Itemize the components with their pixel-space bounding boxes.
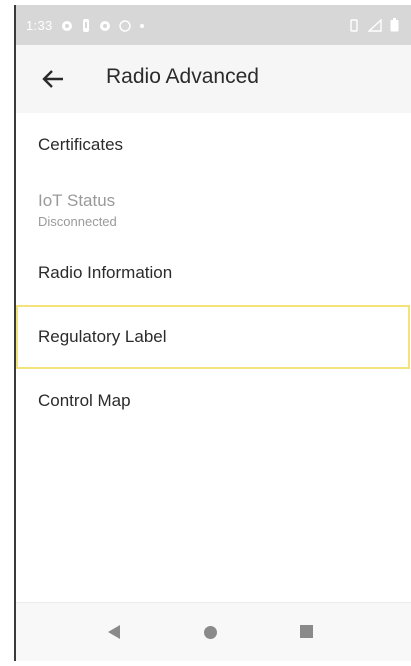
nav-home-icon[interactable] bbox=[204, 626, 217, 639]
list-item-sublabel: Disconnected bbox=[38, 214, 117, 229]
dot-icon bbox=[139, 23, 144, 28]
list-item-radio-information[interactable]: Radio Information bbox=[16, 241, 411, 305]
list-item-label: IoT Status bbox=[38, 191, 116, 210]
list-item-label: Control Map bbox=[38, 391, 131, 410]
notification-icon bbox=[118, 19, 131, 32]
list-item-iot-status: IoT Status Disconnected bbox=[16, 177, 411, 241]
arrow-back-icon[interactable] bbox=[42, 69, 64, 89]
battery-icon bbox=[390, 18, 399, 32]
page-title: Radio Advanced bbox=[106, 65, 259, 88]
settings-icon bbox=[99, 20, 110, 31]
status-bar: 1:33 bbox=[16, 5, 411, 45]
app-toolbar: Radio Advanced bbox=[16, 45, 411, 113]
nav-back-icon[interactable] bbox=[108, 625, 120, 639]
list-item-label: Radio Information bbox=[38, 263, 173, 282]
settings-icon bbox=[61, 20, 72, 31]
vibrate-icon bbox=[350, 18, 358, 32]
list-item-label: Regulatory Label bbox=[38, 327, 167, 346]
phone-screen: 1:33 Radio Advanced Certificates IoT Sta… bbox=[14, 5, 411, 661]
navigation-bar bbox=[16, 602, 411, 661]
list-item-label: Certificates bbox=[38, 135, 124, 154]
nav-recents-icon[interactable] bbox=[300, 625, 313, 638]
signal-icon bbox=[368, 18, 382, 32]
usb-icon bbox=[82, 19, 89, 32]
status-bar-right bbox=[348, 18, 399, 32]
list-item-certificates[interactable]: Certificates bbox=[16, 113, 411, 177]
status-bar-left: 1:33 bbox=[26, 18, 145, 33]
settings-list: Certificates IoT Status Disconnected Rad… bbox=[16, 113, 411, 433]
list-item-regulatory-label[interactable]: Regulatory Label bbox=[16, 305, 410, 369]
status-time: 1:33 bbox=[26, 18, 53, 33]
list-item-control-map[interactable]: Control Map bbox=[16, 369, 411, 433]
